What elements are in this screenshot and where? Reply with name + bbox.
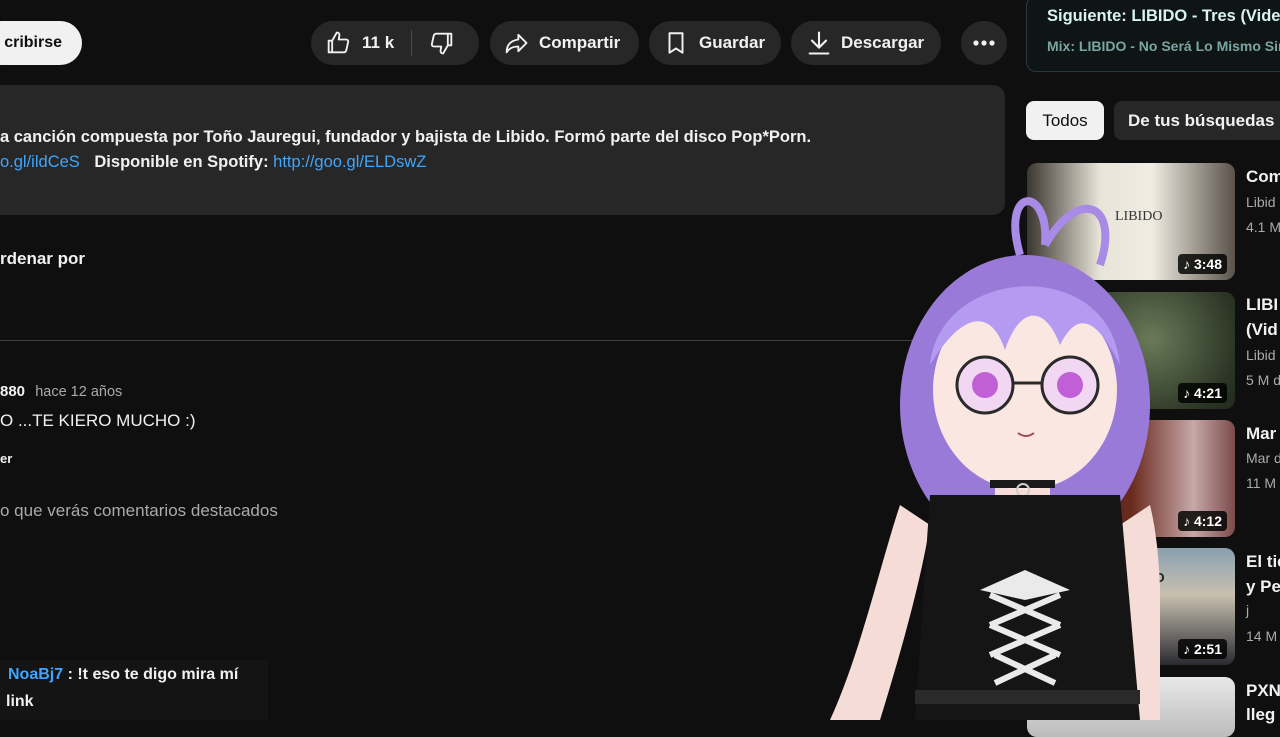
filter-chip-label: De tus búsquedas (1128, 110, 1275, 130)
like-count: 11 k (362, 33, 395, 52)
subscribe-button[interactable]: cribirse (0, 21, 82, 65)
video-title[interactable]: Com (1246, 167, 1280, 187)
video-views: 11 M (1246, 475, 1277, 491)
share-icon (502, 29, 530, 57)
subscribe-label: cribirse (4, 34, 62, 51)
up-next-title: Siguiente: LIBIDO - Tres (Vide (1047, 7, 1280, 25)
save-button[interactable]: Guardar (649, 21, 781, 65)
video-views: 14 M (1246, 628, 1278, 644)
more-actions-button[interactable] (961, 21, 1007, 65)
filter-chip-todos[interactable]: Todos (1026, 101, 1104, 140)
bookmark-icon (663, 29, 689, 57)
video-channel[interactable]: Libid (1246, 347, 1276, 363)
video-title[interactable]: Mar (1246, 424, 1276, 444)
featured-comments-notice: o que verás comentarios destacados (0, 501, 278, 520)
description-text: a canción compuesta por Toño Jauregui, f… (0, 128, 812, 146)
more-horizontal-icon (973, 39, 995, 47)
comment-read-more[interactable]: er (0, 451, 12, 466)
spotify-label: Disponible en Spotify: (94, 153, 269, 171)
video-duration: ♪ 3:48 (1178, 254, 1227, 274)
video-title-line2[interactable]: lleg (1246, 705, 1275, 725)
up-next-panel[interactable]: Siguiente: LIBIDO - Tres (Vide Mix: LIBI… (1026, 0, 1280, 72)
comment-text: O ...TE KIERO MUCHO :) (0, 411, 196, 430)
filter-chip-busquedas[interactable]: De tus búsquedas (1114, 101, 1280, 140)
dislike-button[interactable] (412, 21, 456, 65)
video-channel[interactable]: Libid (1246, 194, 1276, 210)
chat-message-line2: link (6, 693, 34, 710)
video-channel[interactable]: Mar d (1246, 450, 1280, 466)
sort-label: rdenar por (0, 249, 86, 268)
vtuber-avatar (830, 197, 1160, 720)
share-label: Compartir (539, 33, 621, 52)
download-button[interactable]: Descargar (791, 21, 941, 65)
comment-header: 880 hace 12 años (0, 383, 122, 400)
video-views: 5 M d (1246, 372, 1280, 388)
duration-text: 2:51 (1193, 641, 1222, 657)
chat-username: NoaBj7 (8, 666, 64, 683)
download-label: Descargar (841, 33, 925, 52)
mix-title: Mix: LIBIDO - No Será Lo Mismo Sin (1047, 38, 1280, 54)
comment-author[interactable]: 880 (0, 383, 25, 400)
share-button[interactable]: Compartir (490, 21, 639, 65)
video-duration: ♪ 2:51 (1178, 639, 1227, 659)
video-views: 4.1 M (1246, 219, 1280, 235)
video-duration: ♪ 4:12 (1178, 511, 1227, 531)
download-icon (805, 29, 833, 57)
chat-message-text: : !t eso te digo mira mí (67, 666, 239, 683)
video-title[interactable]: El tie (1246, 552, 1280, 572)
video-title-line2[interactable]: (Vid (1246, 320, 1278, 340)
spotify-link[interactable]: http://goo.gl/ELDswZ (273, 153, 426, 171)
video-title-line2[interactable]: y Pe (1246, 577, 1280, 597)
duration-text: 4:21 (1193, 385, 1222, 401)
thumbs-down-icon (428, 29, 456, 57)
chat-message: NoaBj7 : !t eso te digo mira mí link (0, 660, 268, 720)
comment-time[interactable]: hace 12 años (35, 384, 122, 400)
description-link[interactable]: o.gl/ildCeS (0, 153, 80, 171)
video-channel[interactable]: j (1246, 602, 1249, 618)
duration-text: 3:48 (1193, 256, 1222, 272)
filter-chip-label: Todos (1042, 110, 1088, 130)
video-title[interactable]: PXN (1246, 681, 1280, 701)
video-title[interactable]: LIBI (1246, 295, 1278, 315)
video-duration: ♪ 4:21 (1178, 383, 1227, 403)
duration-text: 4:12 (1193, 513, 1222, 529)
like-button[interactable]: 11 k (311, 21, 411, 65)
like-dislike-group: 11 k (311, 21, 479, 65)
sort-comments-button[interactable]: rdenar por (0, 249, 85, 269)
save-label: Guardar (699, 33, 766, 52)
thumbs-up-icon (324, 29, 352, 57)
